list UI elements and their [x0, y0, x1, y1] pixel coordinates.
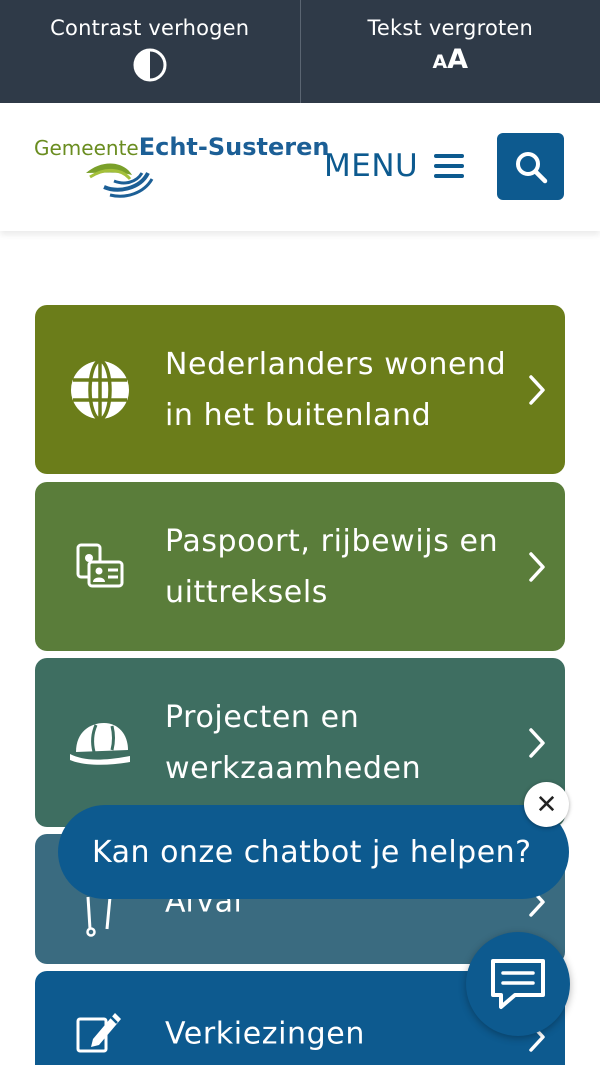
- contrast-icon: [133, 48, 167, 82]
- tile-label: Nederlanders wonend in het buitenland: [165, 346, 507, 433]
- chatbot-prompt-text: Kan onze chatbot je helpen?: [92, 834, 532, 870]
- chat-icon: [491, 959, 545, 1009]
- hamburger-icon: [434, 154, 465, 178]
- tile-nederlanders-buitenland[interactable]: Nederlanders wonend in het buitenland: [35, 305, 565, 474]
- id-card-icon: [67, 534, 133, 600]
- tile-label: Projecten en werkzaamheden: [165, 699, 422, 786]
- accessibility-toolbar: Contrast verhogen Tekst vergroten AA: [0, 0, 600, 103]
- tile-label: Verkiezingen: [165, 1016, 365, 1052]
- chevron-right-icon: [529, 551, 545, 582]
- text-size-label: Tekst vergroten: [367, 16, 534, 40]
- menu-button[interactable]: MENU: [324, 148, 465, 184]
- close-icon: ✕: [535, 789, 558, 820]
- text-size-toggle[interactable]: Tekst vergroten AA: [301, 0, 600, 103]
- tile-paspoort-rijbewijs[interactable]: Paspoort, rijbewijs en uittreksels: [35, 482, 565, 651]
- tile-label: Paspoort, rijbewijs en uittreksels: [165, 523, 499, 610]
- chat-close-button[interactable]: ✕: [524, 782, 569, 827]
- logo-mark-icon: [86, 163, 154, 198]
- chatbot-prompt[interactable]: Kan onze chatbot je helpen?: [58, 805, 569, 899]
- text-size-icon: AA: [432, 44, 469, 75]
- logo[interactable]: GemeenteEcht-Susteren: [34, 133, 329, 203]
- search-icon: [515, 151, 547, 183]
- globe-icon: [67, 357, 133, 423]
- chevron-right-icon: [529, 374, 545, 405]
- chat-launcher-button[interactable]: [466, 932, 570, 1036]
- ballot-pen-icon: [67, 997, 133, 1063]
- hard-hat-icon: [67, 710, 133, 776]
- search-button[interactable]: [497, 133, 564, 200]
- logo-name: Echt-Susteren: [138, 133, 330, 161]
- chevron-right-icon: [529, 727, 545, 758]
- tile-projecten-werkzaamheden[interactable]: Projecten en werkzaamheden: [35, 658, 565, 827]
- contrast-label: Contrast verhogen: [50, 16, 250, 40]
- contrast-toggle[interactable]: Contrast verhogen: [0, 0, 301, 103]
- menu-label: MENU: [324, 148, 419, 184]
